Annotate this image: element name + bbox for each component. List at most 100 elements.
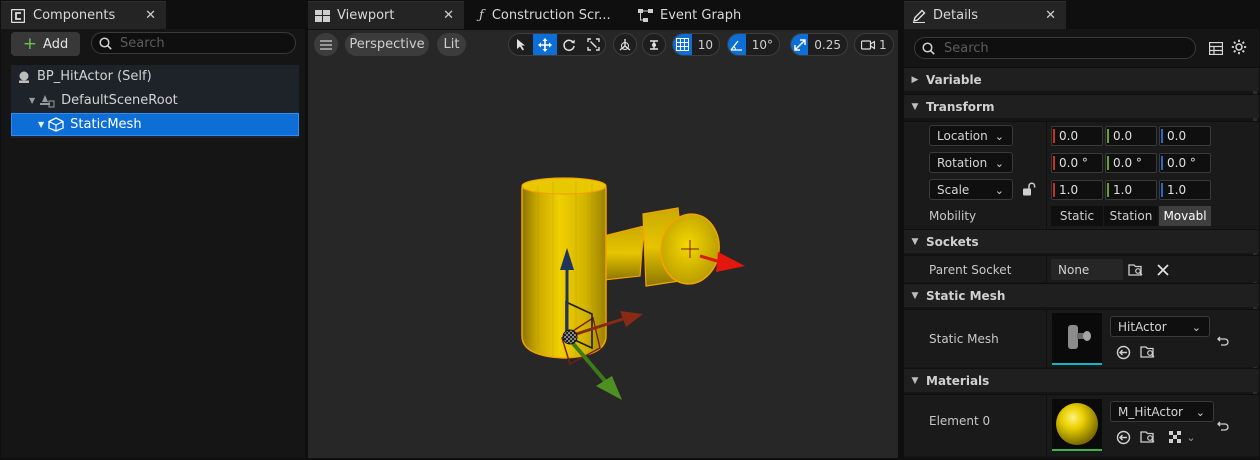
location-x-field[interactable]: 0.0 <box>1051 126 1103 146</box>
material-thumbnail[interactable] <box>1052 399 1102 451</box>
blueprint-icon <box>11 8 25 23</box>
tree-item-default-scene-root[interactable]: ▼ DefaultSceneRoot <box>11 89 299 112</box>
column-divider <box>1046 310 1047 367</box>
scene-root-icon <box>39 94 55 108</box>
viewport[interactable]: Perspective Lit 10 10° 0.25 1 <box>308 30 898 458</box>
rotation-z-field[interactable]: 0.0 ° <box>1159 153 1211 173</box>
collapse-arrow-icon: ▼ <box>29 96 36 105</box>
editor-tabbar: Viewport ✕ ƒ Construction Scr... Event G… <box>306 1 900 29</box>
pencil-icon <box>912 9 926 23</box>
tree-item-label: DefaultSceneRoot <box>61 93 178 108</box>
collapse-arrow-icon: ▼ <box>911 236 919 247</box>
chevron-down-icon: ⌄ <box>994 184 1004 197</box>
material-value: M_HitActor <box>1118 404 1183 419</box>
mobility-movable-option[interactable]: Movabl <box>1159 206 1211 226</box>
parent-socket-field[interactable]: None <box>1051 259 1123 280</box>
components-tab[interactable]: Components ✕ <box>1 1 166 29</box>
parent-socket-row: Parent Socket None <box>904 255 1259 282</box>
tab-construction-script[interactable]: ƒ Construction Scr... <box>476 1 626 29</box>
collapse-arrow-icon: ▼ <box>38 120 45 129</box>
close-icon[interactable]: ✕ <box>145 8 156 23</box>
add-button-label: Add <box>43 36 69 52</box>
material-element-label: Element 0 <box>929 414 991 428</box>
reset-to-default-icon[interactable] <box>1214 417 1232 435</box>
collapse-arrow-icon: ▼ <box>911 375 919 386</box>
collapse-arrow-icon: ▼ <box>911 290 919 301</box>
static-mesh-row: Static Mesh HitActor ⌄ <box>904 309 1259 367</box>
column-divider <box>1046 256 1047 282</box>
close-icon[interactable]: ✕ <box>1045 8 1056 23</box>
location-z-field[interactable]: 0.0 <box>1159 126 1211 146</box>
tree-item-static-mesh[interactable]: ▼ StaticMesh <box>11 113 299 136</box>
collapse-arrow-icon: ▼ <box>911 101 919 112</box>
tab-event-graph[interactable]: Event Graph <box>636 1 766 29</box>
scale-x-field[interactable]: 1.0 <box>1051 180 1103 200</box>
use-selected-arrow-icon[interactable] <box>1114 428 1132 446</box>
category-sockets[interactable]: ▼ Sockets <box>904 229 1259 253</box>
components-search-placeholder: Search <box>120 35 165 51</box>
details-search-placeholder: Search <box>944 40 989 56</box>
details-tabbar: Details ✕ <box>904 1 1259 29</box>
expand-arrow-icon: ▶ <box>911 74 919 85</box>
category-sockets-label: Sockets <box>926 234 979 249</box>
tab-viewport[interactable]: Viewport ✕ <box>308 1 464 29</box>
reset-to-default-icon[interactable] <box>1214 332 1232 350</box>
mesh-horizontal-arm <box>603 207 720 287</box>
location-mode-dropdown[interactable]: Location ⌄ <box>929 125 1013 146</box>
close-icon[interactable]: ✕ <box>443 8 454 23</box>
search-icon <box>99 36 112 50</box>
details-tab-label: Details <box>933 8 979 23</box>
scale-label: Scale <box>937 182 970 197</box>
material-element-row: Element 0 M_HitActor ⌄ ⌄ <box>904 394 1259 456</box>
static-mesh-label: Static Mesh <box>929 332 999 346</box>
mobility-label: Mobility <box>929 209 977 223</box>
add-component-button[interactable]: + Add <box>11 32 80 56</box>
chevron-down-icon[interactable]: ⌄ <box>1182 428 1200 446</box>
category-materials[interactable]: ▼ Materials <box>904 368 1259 392</box>
scale-mode-dropdown[interactable]: Scale ⌄ <box>929 179 1013 200</box>
category-static-mesh-label: Static Mesh <box>926 288 1006 303</box>
mobility-static-option[interactable]: Static <box>1051 206 1103 226</box>
category-variable-label: Variable <box>926 72 982 87</box>
browse-folder-icon[interactable] <box>1127 261 1145 279</box>
chevron-down-icon: ⌄ <box>994 130 1004 143</box>
browse-folder-icon[interactable] <box>1139 343 1157 361</box>
rotation-y-field[interactable]: 0.0 ° <box>1105 153 1157 173</box>
static-mesh-value: HitActor <box>1118 319 1167 334</box>
event-graph-icon <box>638 8 653 22</box>
tab-event-graph-label: Event Graph <box>660 7 742 23</box>
components-search-input[interactable]: Search <box>91 32 296 54</box>
category-static-mesh[interactable]: ▼ Static Mesh <box>904 283 1259 307</box>
rotation-x-field[interactable]: 0.0 ° <box>1051 153 1103 173</box>
components-panel: Components ✕ + Add Search BP_HitActor (S… <box>1 1 305 458</box>
transform-rows: Location ⌄ 0.0 0.0 0.0 Rotation ⌄ 0.0 ° … <box>904 121 1259 229</box>
tab-viewport-label: Viewport <box>337 8 395 23</box>
location-y-field[interactable]: 0.0 <box>1105 126 1157 146</box>
unlock-icon[interactable] <box>1020 180 1038 198</box>
material-dropdown[interactable]: M_HitActor ⌄ <box>1110 401 1214 422</box>
table-view-icon[interactable] <box>1207 39 1225 57</box>
tree-item-label: StaticMesh <box>70 117 142 132</box>
column-divider <box>1046 122 1047 229</box>
category-variable[interactable]: ▶ Variable <box>904 67 1259 91</box>
function-icon: ƒ <box>479 7 484 23</box>
mobility-stationary-option[interactable]: Station <box>1104 206 1158 226</box>
tree-item-self[interactable]: BP_HitActor (Self) <box>11 65 299 88</box>
clear-x-icon[interactable] <box>1154 261 1172 279</box>
mesh-thumbnail-icon <box>1068 325 1091 349</box>
scale-z-field[interactable]: 1.0 <box>1159 180 1211 200</box>
actor-icon <box>17 70 31 84</box>
chevron-down-icon: ⌄ <box>994 157 1004 170</box>
search-icon <box>922 41 935 55</box>
use-selected-arrow-icon[interactable] <box>1114 343 1132 361</box>
scale-y-field[interactable]: 1.0 <box>1105 180 1157 200</box>
settings-gear-icon[interactable] <box>1230 38 1248 56</box>
category-transform[interactable]: ▼ Transform <box>904 94 1259 118</box>
static-mesh-dropdown[interactable]: HitActor ⌄ <box>1110 316 1210 337</box>
rotation-mode-dropdown[interactable]: Rotation ⌄ <box>929 152 1013 173</box>
details-search-input[interactable]: Search <box>914 37 1196 59</box>
browse-folder-icon[interactable] <box>1139 428 1157 446</box>
static-mesh-thumbnail[interactable] <box>1052 313 1102 365</box>
column-divider <box>1046 395 1047 456</box>
details-tab[interactable]: Details ✕ <box>904 1 1066 29</box>
